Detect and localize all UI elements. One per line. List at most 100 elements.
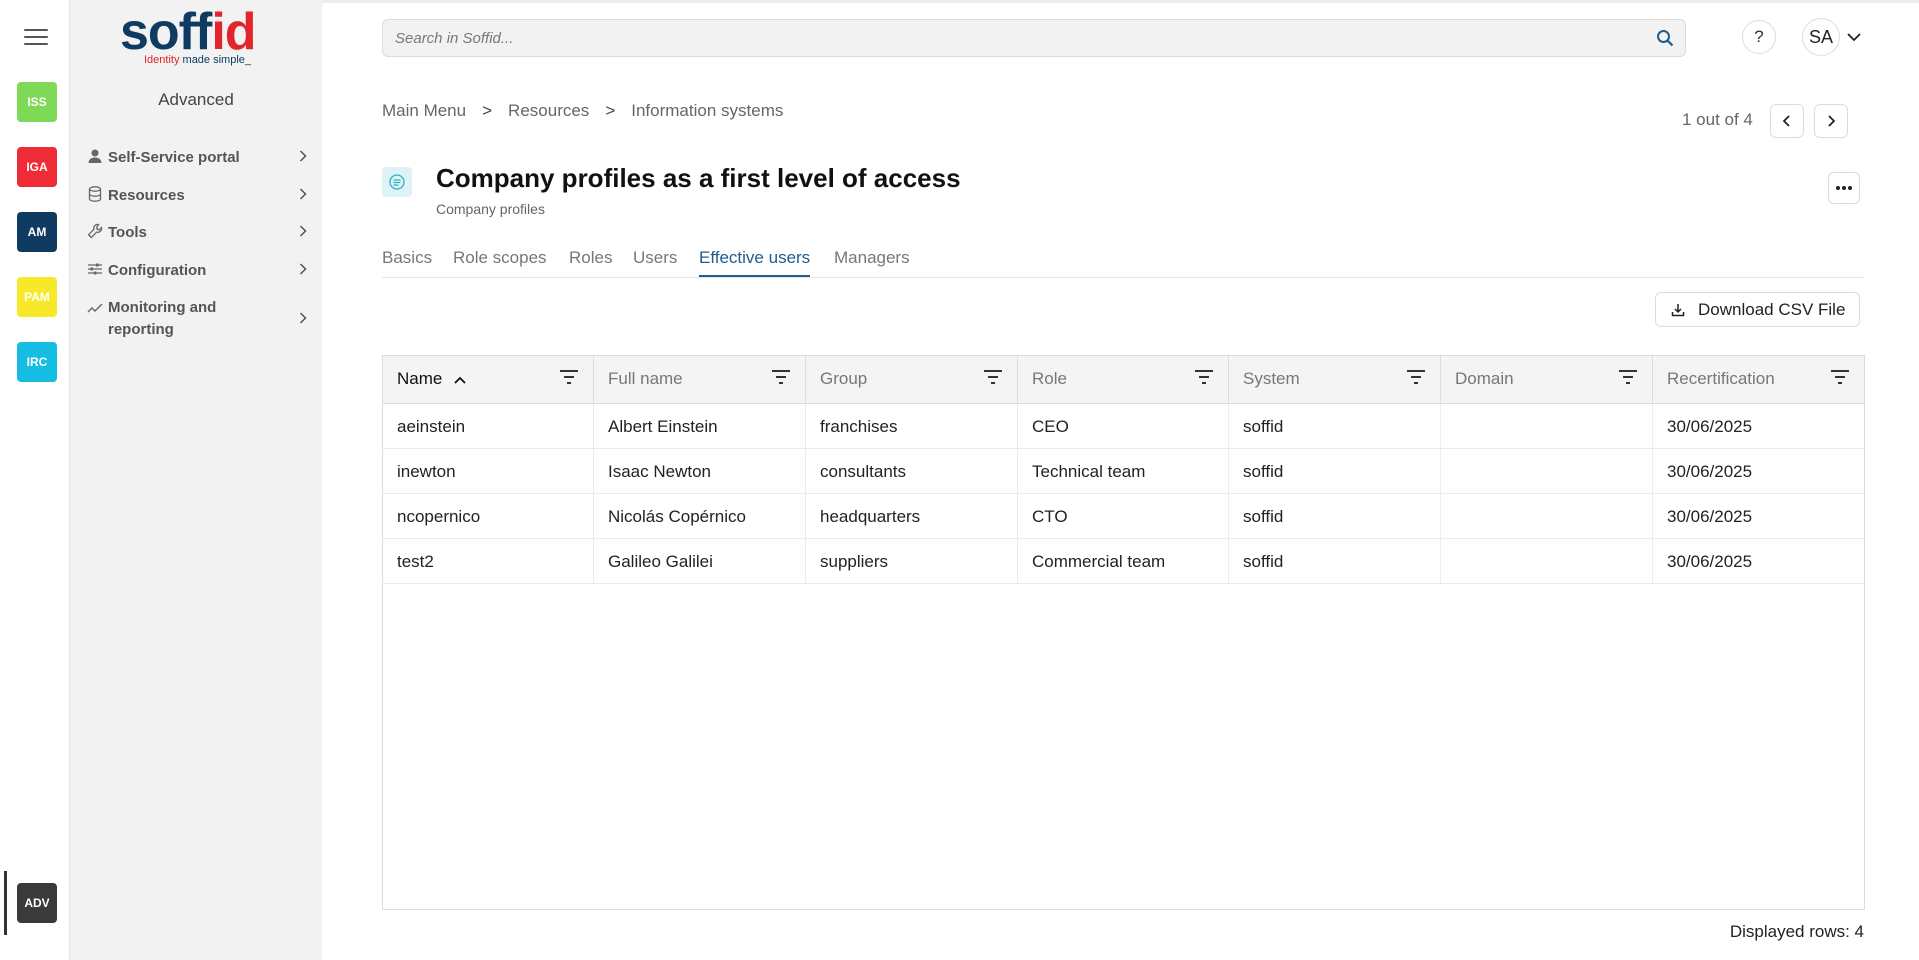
chevron-right-icon [299,312,307,324]
wrench-icon [87,223,103,239]
sidebar-item-tools[interactable]: Tools [86,222,316,244]
database-icon [88,186,102,202]
tab-basics[interactable]: Basics [382,248,432,277]
filter-icon[interactable] [1194,369,1214,385]
search-icon[interactable] [1655,28,1675,48]
tab-bar: Basics Role scopes Roles Users Effective… [382,248,1864,278]
cell-group: franchises [806,404,1018,448]
sidebar-item-self-service-portal[interactable]: Self-Service portal [86,147,316,169]
search-box [382,19,1686,57]
tab-effective-users[interactable]: Effective users [699,248,811,277]
filter-icon[interactable] [1830,369,1850,385]
module-irc-button[interactable]: IRC [17,342,57,382]
cell-domain [1441,494,1653,538]
hamburger-menu-icon[interactable] [24,29,48,49]
column-header-system[interactable]: System [1229,356,1441,403]
cell-full-name: Galileo Galilei [594,539,806,583]
logo-word-main: soff [120,3,212,61]
sort-ascending-icon[interactable] [453,374,467,386]
column-header-group[interactable]: Group [806,356,1018,403]
column-header-recertification[interactable]: Recertification [1653,356,1864,403]
cell-full-name: Isaac Newton [594,449,806,493]
download-csv-label: Download CSV File [1698,299,1846,319]
sidebar-item-label: Tools [108,224,147,241]
more-options-button[interactable] [1828,172,1860,204]
cell-recertification: 30/06/2025 [1667,552,1753,571]
cell-system: soffid [1229,494,1441,538]
column-header-full-name[interactable]: Full name [594,356,806,403]
table-row[interactable]: inewton Isaac Newton consultants Technic… [383,449,1864,494]
page-title: Company profiles as a first level of acc… [436,163,961,193]
filter-icon[interactable] [983,369,1003,385]
download-icon [1671,303,1685,316]
download-csv-button[interactable]: Download CSV File [1655,292,1860,327]
column-header-label: Group [820,369,868,388]
column-header-label: Recertification [1667,369,1775,388]
help-button[interactable]: ? [1742,20,1776,54]
cell-name: aeinstein [383,404,594,448]
cell-group: consultants [806,449,1018,493]
module-am-button[interactable]: AM [17,212,57,252]
chart-line-icon [87,303,103,313]
tab-users[interactable]: Users [633,248,677,277]
cell-recertification: 30/06/2025 [1667,462,1753,481]
breadcrumb-information-systems[interactable]: Information systems [631,101,783,121]
cell-role: Technical team [1018,449,1229,493]
sidebar-item-monitoring-and-reporting[interactable]: Monitoring and reporting [86,297,316,341]
displayed-rows-count: Displayed rows: 4 [1729,922,1864,941]
next-record-button[interactable] [1814,104,1848,138]
logo-tagline-accent: Identity [144,54,180,66]
filter-icon[interactable] [771,369,791,385]
cell-group: headquarters [806,494,1018,538]
column-header-role[interactable]: Role [1018,356,1229,403]
sidebar-item-configuration[interactable]: Configuration [86,260,316,282]
module-rail: ISS IGA AM PAM IRC ADV [0,0,70,960]
table-row[interactable]: aeinstein Albert Einstein franchises CEO… [383,404,1864,449]
module-adv-button[interactable]: ADV [17,883,57,923]
cell-full-name: Albert Einstein [594,404,806,448]
cell-domain [1441,449,1653,493]
cell-role: Commercial team [1018,539,1229,583]
cell-role: CTO [1018,494,1229,538]
cell-domain [1441,404,1653,448]
user-avatar[interactable]: SA [1802,18,1840,56]
cell-full-name: Nicolás Copérnico [594,494,806,538]
cell-system: soffid [1229,449,1441,493]
cell-role: CEO [1018,404,1229,448]
module-pam-button[interactable]: PAM [17,277,57,317]
cell-name: ncopernico [383,494,594,538]
soffid-logo[interactable]: soffid Identity made simple_ [120,4,280,70]
chevron-down-icon[interactable] [1846,30,1862,44]
filter-icon[interactable] [1618,369,1638,385]
filter-icon[interactable] [559,369,579,385]
cell-recertification: 30/06/2025 [1667,507,1753,526]
column-header-label: Full name [608,369,683,388]
module-iss-button[interactable]: ISS [17,82,57,122]
cell-system: soffid [1229,539,1441,583]
search-input[interactable] [395,20,1635,56]
column-header-name[interactable]: Name [383,356,594,403]
table-row[interactable]: ncopernico Nicolás Copérnico headquarter… [383,494,1864,539]
module-iga-button[interactable]: IGA [17,147,57,187]
filter-icon[interactable] [1406,369,1426,385]
column-header-label: System [1243,369,1300,388]
chevron-right-icon [1828,115,1836,127]
chevron-right-icon [299,263,307,275]
sidebar-item-resources[interactable]: Resources [86,185,316,207]
more-horizontal-icon [1836,186,1852,190]
breadcrumb-separator: > [605,101,616,120]
pager-position: 1 out of 4 [1682,110,1753,129]
tab-roles[interactable]: Roles [569,248,612,277]
chevron-right-icon [299,150,307,162]
tab-managers[interactable]: Managers [834,248,910,277]
active-module-indicator [4,871,7,935]
cell-name: test2 [383,539,594,583]
column-header-domain[interactable]: Domain [1441,356,1653,403]
cell-group: suppliers [806,539,1018,583]
previous-record-button[interactable] [1770,104,1804,138]
breadcrumb-resources[interactable]: Resources [508,101,589,121]
tab-role-scopes[interactable]: Role scopes [453,248,547,277]
table-row[interactable]: test2 Galileo Galilei suppliers Commerci… [383,539,1864,584]
column-header-label: Domain [1455,369,1514,388]
breadcrumb-main-menu[interactable]: Main Menu [382,101,466,121]
